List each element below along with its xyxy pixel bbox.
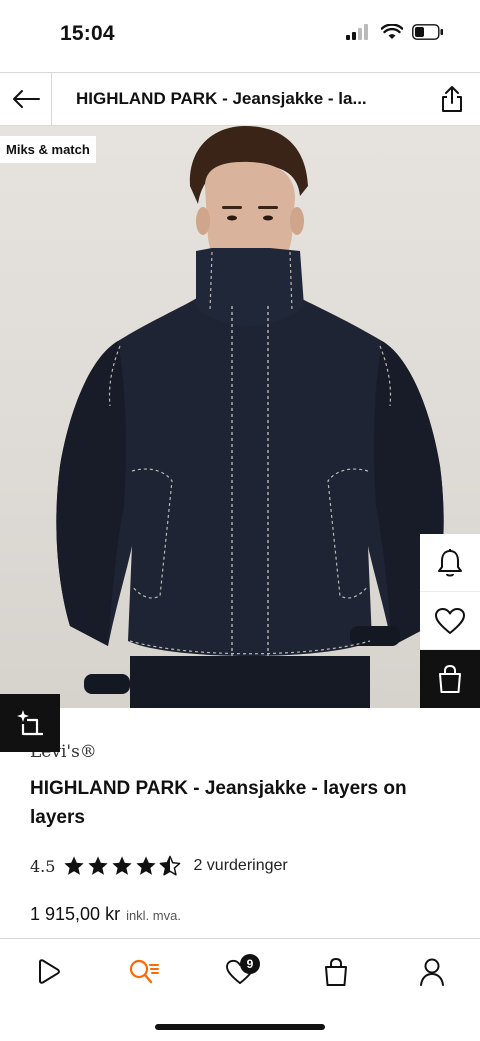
nav-home[interactable] (18, 944, 78, 1000)
product-price: 1 915,00 kr inkl. mva. (30, 904, 181, 925)
rating-count: 2 vurderinger (193, 857, 288, 874)
add-to-bag-button[interactable] (420, 650, 480, 708)
price-vat-note: inkl. mva. (126, 908, 181, 923)
heart-icon (435, 607, 465, 634)
shopping-bag-icon (325, 957, 347, 986)
product-name: HIGHLAND PARK - Jeansjakke - layers on l… (30, 778, 407, 828)
nav-favorites[interactable]: 9 (210, 944, 270, 1000)
star-full-icon (136, 856, 157, 875)
status-icons (346, 24, 444, 40)
page-title: HIGHLAND PARK - Jeansjakke - la... (76, 89, 367, 108)
status-time: 15:04 (60, 22, 115, 45)
bottom-navigation: 9 (0, 938, 480, 1004)
status-bar: 15:04 (0, 0, 480, 72)
rating-stars (63, 855, 181, 877)
price-value: 1 915,00 kr (30, 904, 121, 924)
signal-icon (346, 24, 368, 40)
sparkle-crop-icon (17, 710, 43, 736)
shopping-bag-icon (439, 664, 461, 693)
back-button[interactable] (0, 73, 52, 125)
product-image[interactable]: Miks & match (0, 126, 480, 708)
share-icon (442, 86, 462, 112)
rating-value: 4.5 (30, 856, 56, 876)
nav-profile[interactable] (402, 944, 462, 1000)
user-icon (420, 958, 444, 986)
battery-icon (412, 24, 443, 40)
top-navigation-bar: HIGHLAND PARK - Jeansjakke - la... (0, 72, 480, 126)
mix-and-match-badge[interactable]: Miks & match (0, 136, 96, 163)
product-photo (56, 126, 444, 708)
favorite-button[interactable] (420, 592, 480, 650)
nav-bag[interactable] (306, 944, 366, 1000)
bell-icon (438, 548, 462, 576)
side-actions (420, 534, 480, 708)
star-full-icon (64, 856, 85, 875)
star-full-icon (88, 856, 109, 875)
home-play-icon (39, 958, 60, 984)
product-rating[interactable]: 4.5 2 vurderinger (30, 855, 288, 877)
star-full-icon (112, 856, 133, 875)
search-icon (129, 959, 159, 983)
favorites-count-badge: 9 (240, 953, 260, 974)
notify-button[interactable] (420, 534, 480, 592)
share-button[interactable] (424, 73, 480, 125)
home-indicator (155, 1024, 325, 1030)
similar-items-button[interactable] (0, 694, 60, 752)
star-half-icon (160, 855, 181, 876)
nav-search[interactable] (114, 944, 174, 1000)
wifi-icon (381, 24, 403, 39)
arrow-left-icon (12, 90, 40, 108)
